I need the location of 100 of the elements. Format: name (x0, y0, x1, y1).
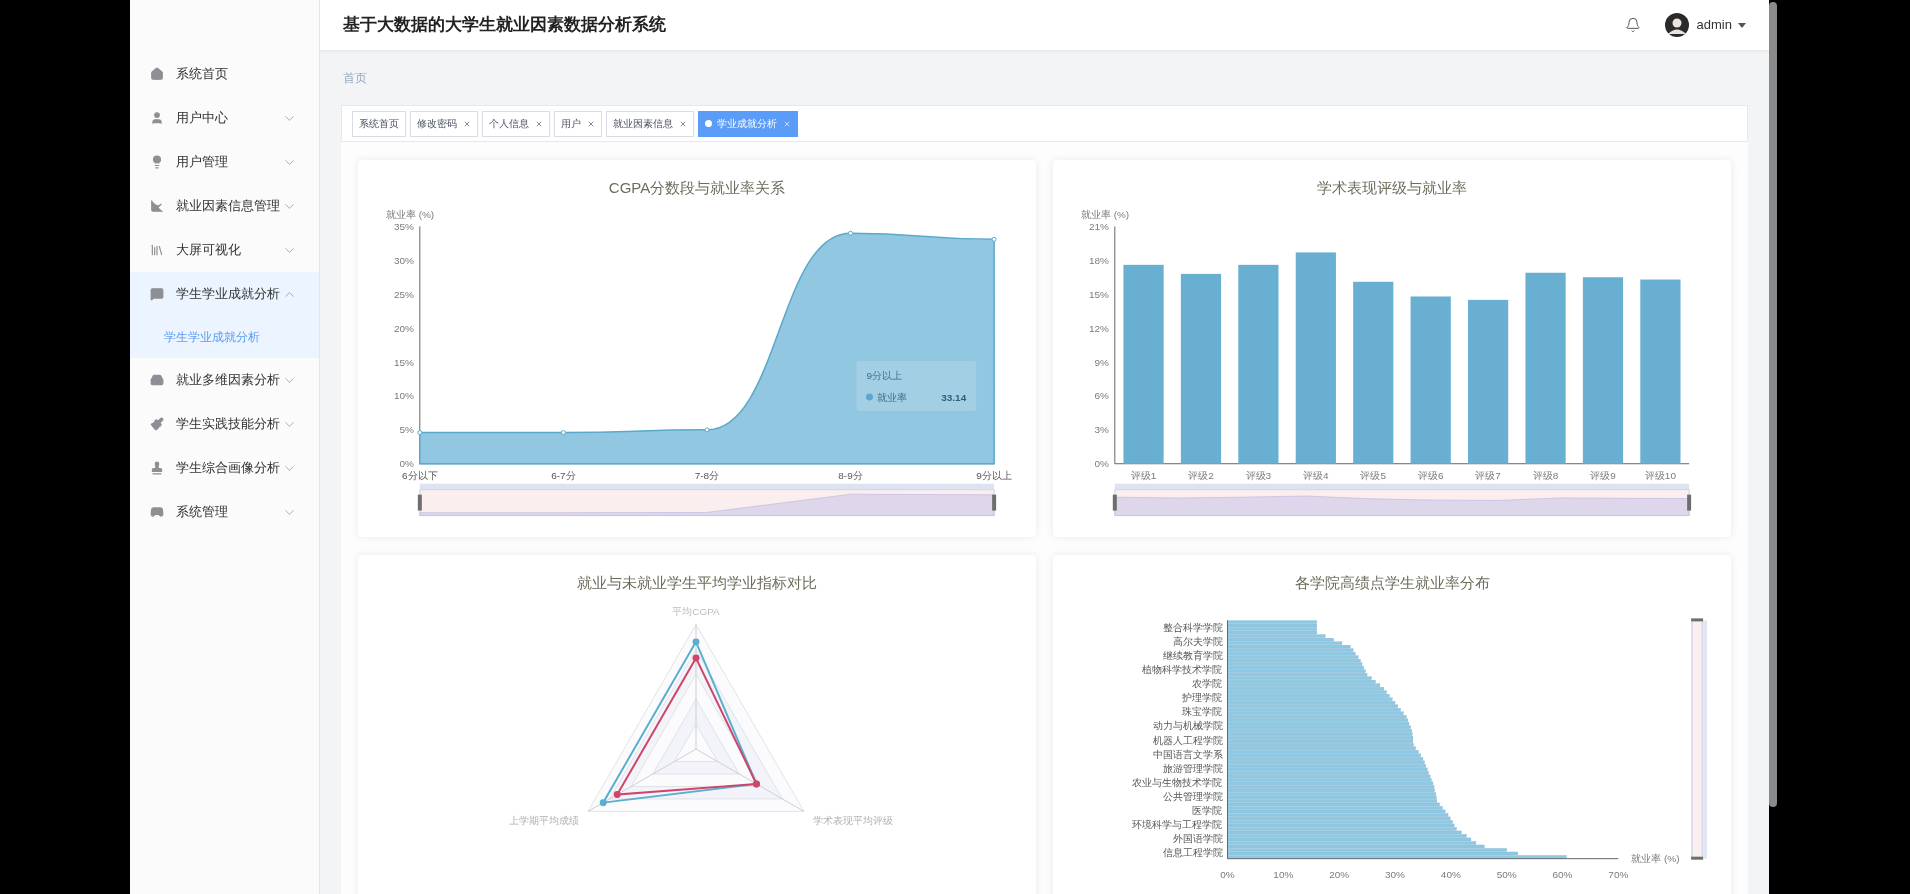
axis-tick-label: 35% (393, 220, 414, 232)
data-point (704, 427, 710, 433)
axis-tick-label: 评级1 (1130, 469, 1157, 481)
close-icon[interactable] (679, 119, 687, 128)
axis-tick-label: 评级10 (1644, 469, 1676, 481)
menu-label: 学生综合画像分析 (176, 459, 281, 478)
axis-tick-label: 6% (1094, 390, 1109, 402)
data-point (848, 230, 854, 236)
axis-tick-label: 评级9 (1590, 469, 1616, 481)
axis-tick-label: 6分以下 (402, 469, 438, 481)
menu-label: 系统首页 (176, 65, 229, 84)
axis-tick-label: 医学院 (1192, 804, 1223, 816)
menu-icon (150, 461, 164, 475)
tab[interactable]: 系统首页 (352, 110, 406, 137)
tooltip-title: 9分以上 (866, 369, 903, 381)
axis-tick-label: 整合科学学院 (1162, 622, 1223, 634)
menu-label: 就业多维因素分析 (176, 371, 281, 390)
axis-tick-label: 5% (399, 424, 414, 436)
chart-title: 学术表现评级与就业率 (1317, 177, 1467, 198)
axis-tick-label: 珠宝学院 (1182, 706, 1223, 718)
sidebar-item[interactable]: 大屏可视化 (130, 228, 319, 272)
tab[interactable]: 个人信息 (482, 110, 550, 137)
axis-tick-label: 25% (393, 288, 414, 300)
menu-icon (150, 67, 164, 81)
axis-tick-label: 继续教育学院 (1162, 650, 1223, 662)
axis-tick-label: 信息工程学院 (1162, 846, 1223, 858)
axis-tick-label: 70% (1608, 868, 1629, 880)
axis-tick-label: 评级7 (1475, 469, 1501, 481)
axis-tick-label: 机器人工程学院 (1152, 734, 1223, 746)
tooltip-series: 就业率 (877, 391, 908, 403)
menu-icon (150, 373, 164, 387)
axis-tick-label: 9% (1094, 356, 1109, 368)
axis-tick-label: 8-9分 (838, 469, 863, 481)
data-point (991, 236, 997, 242)
zoom-slider[interactable] (1691, 618, 1708, 860)
sidebar-item[interactable]: 系统管理 (130, 490, 319, 534)
sidebar-item[interactable]: 用户管理 (130, 140, 319, 184)
axis-tick-label: 公共管理学院 (1162, 790, 1223, 802)
close-icon[interactable] (535, 119, 543, 128)
axis-tick-label: 评级6 (1417, 469, 1444, 481)
axis-tick-label: 动力与机械学院 (1152, 720, 1223, 732)
axis-tick-label: 18% (1088, 254, 1109, 266)
axis-tick-label: 农业与生物技术学院 (1132, 776, 1223, 788)
sidebar-item[interactable]: 学生实践技能分析 (130, 402, 319, 446)
sidebar-item[interactable]: 用户中心 (130, 96, 319, 140)
axis-tick-label: 评级3 (1245, 469, 1272, 481)
tab[interactable]: 修改密码 (410, 110, 478, 137)
chart-title: CGPA分数段与就业率关系 (608, 177, 786, 198)
menu-icon (150, 287, 164, 301)
close-icon[interactable] (783, 119, 791, 128)
menu-label: 学生实践技能分析 (176, 415, 281, 434)
close-icon[interactable] (587, 119, 595, 128)
tab[interactable]: 用户 (554, 110, 602, 137)
axis-tick-label: 评级8 (1532, 469, 1559, 481)
zoom-slider[interactable] (417, 483, 997, 517)
menu-label: 就业因素信息管理 (176, 197, 281, 216)
menu-icon (150, 243, 164, 257)
indicator-label: 学术表现平均评级 (812, 815, 893, 827)
menu-label: 大屏可视化 (176, 241, 242, 260)
sidebar-item[interactable]: 就业多维因素分析 (130, 358, 319, 402)
axis-tick-label: 护理学院 (1182, 692, 1223, 704)
axis-tick-label: 外国语学院 (1172, 832, 1223, 844)
axis-tick-label: 50% (1496, 868, 1517, 880)
axis-tick-label: 7-8分 (694, 469, 720, 481)
menu-label: 系统管理 (176, 503, 229, 522)
sidebar-item[interactable]: 学生综合画像分析 (130, 446, 319, 490)
axis-tick-label: 12% (1088, 322, 1109, 334)
axis-tick-label: 21% (1088, 220, 1109, 232)
sidebar-item[interactable]: 学生学业成就分析 (130, 272, 319, 316)
axis-tick-label: 评级5 (1360, 469, 1387, 481)
axis-tick-label: 40% (1440, 868, 1461, 880)
axis-tick-label: 评级2 (1188, 469, 1214, 481)
axis-tick-label: 评级4 (1303, 469, 1329, 481)
zoom-slider[interactable] (1112, 483, 1692, 517)
tab[interactable]: 就业因素信息 (606, 110, 694, 137)
axis-tick-label: 60% (1552, 868, 1573, 880)
axis-tick-label: 15% (393, 356, 414, 368)
data-point (560, 430, 566, 436)
sidebar-item[interactable]: 系统首页 (130, 52, 319, 96)
system-title: 基于大数据的大学生就业因素数据分析系统 (343, 14, 667, 37)
tooltip-value: 33.14 (941, 391, 967, 403)
axis-tick-label: 20% (393, 322, 414, 334)
menu-icon (150, 417, 164, 431)
axis-tick-label: 20% (1329, 868, 1350, 880)
axis-tick-label: 10% (393, 390, 414, 402)
sidebar-item[interactable]: 就业因素信息管理 (130, 184, 319, 228)
series-dot-icon (866, 393, 873, 401)
user-name[interactable]: admin (1696, 15, 1732, 35)
bell-icon[interactable] (1624, 17, 1641, 33)
axis-name: 就业率 (%) (1080, 209, 1130, 221)
axis-tick-label: 0% (1094, 458, 1109, 470)
axis-name: 就业率 (%) (1631, 852, 1680, 864)
avatar[interactable] (1664, 13, 1689, 37)
caret-icon[interactable] (1738, 22, 1746, 28)
axis-tick-label: 旅游管理学院 (1162, 762, 1223, 774)
scrollbar[interactable] (1769, 2, 1777, 807)
axis-tick-label: 9分以上 (976, 469, 1012, 481)
axis-tick-label: 10% (1273, 868, 1294, 880)
close-icon[interactable] (463, 119, 471, 128)
axis-tick-label: 植物科学技术学院 (1142, 664, 1223, 676)
